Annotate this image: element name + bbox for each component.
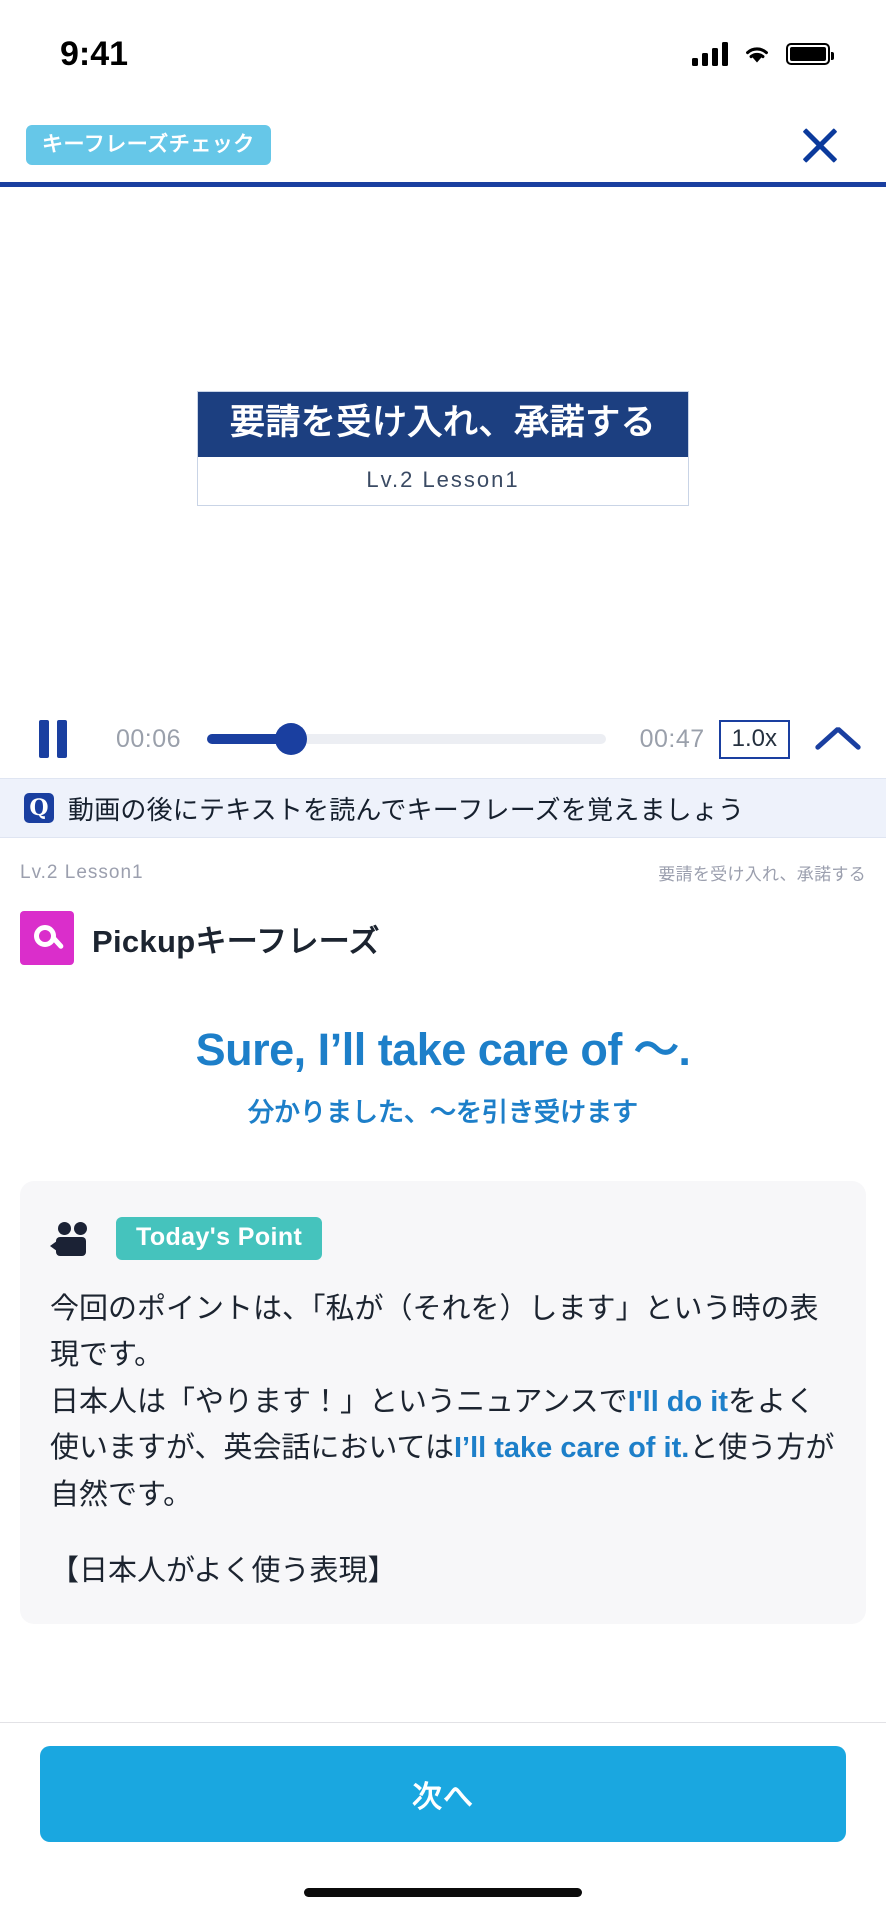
duration-label: 00:47 xyxy=(639,724,705,753)
pause-button[interactable] xyxy=(30,716,76,762)
quote-mark-icon: Q xyxy=(24,793,54,823)
p2-text-a: 日本人は「やります！」というニュアンスで xyxy=(50,1385,628,1418)
p1-line-a: 今回のポイントは、「私が（それを）します」という時の xyxy=(50,1293,790,1325)
seek-slider[interactable] xyxy=(207,723,606,755)
todays-point-header: Today's Point xyxy=(50,1217,836,1260)
playback-speed-button[interactable]: 1.0x xyxy=(718,719,790,759)
current-time-label: 00:06 xyxy=(116,724,182,753)
search-icon xyxy=(20,911,74,965)
footer-bar: 次へ xyxy=(0,1722,886,1864)
slide-subtitle: Lv.2 Lesson1 xyxy=(198,456,688,505)
paragraph-2: 日本人は「やります！」というニュアンスでI'll do itをよく使いますが、英… xyxy=(50,1379,836,1518)
key-phrase-english: Sure, I’ll take care of 〜. xyxy=(195,1024,691,1075)
video-player-stage[interactable]: 要請を受け入れ、承諾する Lv.2 Lesson1 xyxy=(0,187,886,700)
keyphrase-check-chip: キーフレーズチェック xyxy=(26,125,271,165)
todays-point-body: 今回のポイントは、「私が（それを）します」という時の表現です。 日本人は「やりま… xyxy=(50,1286,836,1594)
lesson-content: Lv.2 Lesson1 要請を受け入れ、承諾する Pickupキーフレーズ S… xyxy=(0,838,886,1722)
seek-handle[interactable] xyxy=(274,723,307,755)
top-bar: キーフレーズチェック xyxy=(0,108,886,182)
todays-point-card: Today's Point 今回のポイントは、「私が（それを）します」という時の… xyxy=(20,1181,866,1625)
battery-icon xyxy=(786,43,834,65)
notice-bar: Q 動画の後にテキストを読んでキーフレーズを覚えましょう xyxy=(0,778,886,838)
slide-title: 要請を受け入れ、承諾する xyxy=(198,392,688,457)
video-camera-icon xyxy=(50,1221,96,1256)
key-phrase-japanese: 分かりました、〜を引き受けます xyxy=(247,1097,638,1127)
p2-highlight-1: I'll do it xyxy=(627,1385,729,1418)
player-controls: 00:06 00:47 1.0x xyxy=(0,700,886,778)
home-indicator xyxy=(304,1887,582,1897)
status-time: 9:41 xyxy=(60,34,129,73)
pickup-label: Pickupキーフレーズ xyxy=(92,923,380,959)
lesson-meta-row: Lv.2 Lesson1 要請を受け入れ、承諾する xyxy=(20,838,866,901)
lesson-level-label: Lv.2 Lesson1 xyxy=(20,861,144,883)
wifi-icon xyxy=(742,43,772,65)
app-screen: 9:41 キーフレーズチェック 要請を受け入れ、承諾する Lv.2 Lesson… xyxy=(0,0,886,1920)
chevron-up-icon[interactable] xyxy=(812,716,864,762)
video-slide: 要請を受け入れ、承諾する Lv.2 Lesson1 xyxy=(197,391,689,506)
notice-text: 動画の後にテキストを読んでキーフレーズを覚えましょう xyxy=(68,794,745,825)
paragraph-1: 今回のポイントは、「私が（それを）します」という時の表現です。 xyxy=(50,1286,836,1379)
next-button[interactable]: 次へ xyxy=(40,1745,846,1842)
lesson-title-label: 要請を受け入れ、承諾する xyxy=(658,865,866,884)
paragraph-3: 【日本人がよく使う表現】 xyxy=(50,1554,397,1587)
home-indicator-area xyxy=(0,1864,886,1920)
close-icon[interactable] xyxy=(794,119,846,171)
pickup-header: Pickupキーフレーズ xyxy=(20,901,866,971)
todays-point-badge: Today's Point xyxy=(116,1217,323,1260)
status-indicators xyxy=(692,42,834,66)
cellular-signal-icon xyxy=(692,42,728,66)
p2-highlight-2: I’ll take care of it. xyxy=(453,1432,690,1465)
status-bar: 9:41 xyxy=(0,0,886,108)
